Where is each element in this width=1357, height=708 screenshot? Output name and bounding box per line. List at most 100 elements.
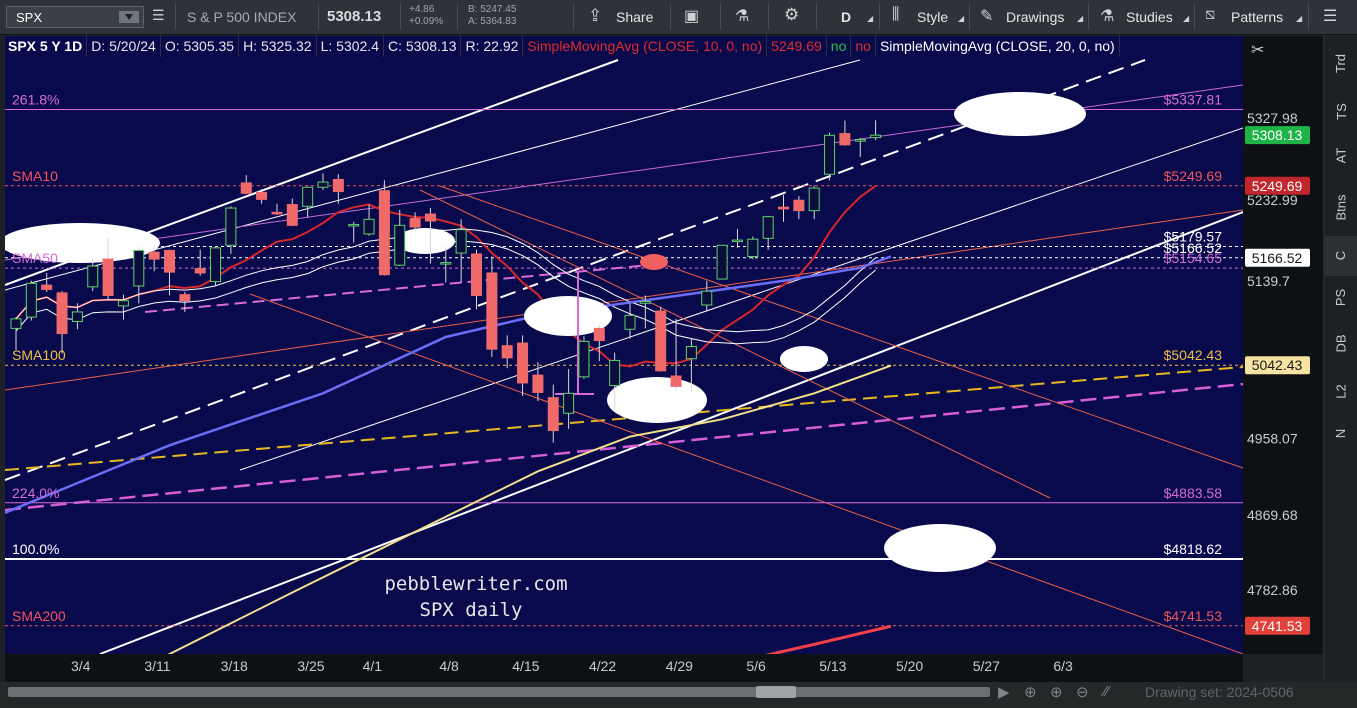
highlight-ellipse[interactable] xyxy=(884,524,996,572)
study-sma10-label[interactable]: SimpleMovingAvg (CLOSE, 10, 0, no) xyxy=(523,35,768,57)
x-tick-label: 5/20 xyxy=(896,658,923,674)
studies-button[interactable]: Studies xyxy=(1126,9,1173,25)
net-change-pct: +0.09% xyxy=(409,16,444,27)
style-button[interactable]: Style xyxy=(917,9,948,25)
right-side-tabs: Trd TS AT Btns C PS DB L2 N xyxy=(1325,36,1357,460)
candle[interactable] xyxy=(25,280,37,321)
level-left-label: SMA10 xyxy=(12,168,58,184)
red-marker[interactable] xyxy=(640,254,668,270)
x-tick-label: 4/22 xyxy=(589,658,616,674)
candle-body-up xyxy=(731,239,743,243)
share-button[interactable]: Share xyxy=(616,9,653,25)
x-tick-label: 5/13 xyxy=(819,658,846,674)
candle-body-down xyxy=(593,327,605,342)
time-scrollbar[interactable] xyxy=(8,687,990,697)
share-icon[interactable]: ⇪ xyxy=(588,6,602,26)
price-chart[interactable]: 261.8% $5337.81SMA10 $5249.69$5179.57$5166… xyxy=(0,34,1357,682)
tab-at[interactable]: AT xyxy=(1325,136,1357,176)
flask-icon[interactable]: ⚗ xyxy=(735,6,749,26)
tab-label: PS xyxy=(1333,288,1349,307)
highlight-ellipse[interactable] xyxy=(954,92,1086,136)
candle-body-up xyxy=(824,134,836,175)
gear-icon[interactable]: ⚙ xyxy=(784,5,799,25)
chevron-down-icon[interactable] xyxy=(119,11,139,23)
tab-label: Btns xyxy=(1333,194,1349,221)
scrollbar-thumb[interactable] xyxy=(756,686,796,698)
candle-body-down xyxy=(256,191,268,200)
price-badge-text: 5308.13 xyxy=(1252,127,1303,143)
candle-body-up xyxy=(624,314,636,330)
flask-icon[interactable]: ⚗ xyxy=(1100,6,1114,26)
level-right-label: $5337.81 xyxy=(1164,91,1223,107)
tab-label: C xyxy=(1333,250,1349,261)
candles-icon[interactable]: ⫼ xyxy=(892,6,899,24)
candle-body-up xyxy=(854,139,866,142)
tab-ts[interactable]: TS xyxy=(1325,92,1357,132)
candle[interactable] xyxy=(824,132,836,181)
candle-body-down xyxy=(378,190,390,276)
highlight-ellipse[interactable] xyxy=(780,346,828,372)
candle[interactable] xyxy=(210,246,222,286)
menu-icon[interactable]: ☰ xyxy=(1323,6,1337,26)
tab-ps[interactable]: PS xyxy=(1325,278,1357,318)
candle-body-down xyxy=(409,217,421,228)
tab-trd[interactable]: Trd xyxy=(1325,44,1357,84)
zoom-out-icon[interactable]: ⊖ xyxy=(1076,683,1089,701)
tab-c[interactable]: C xyxy=(1325,236,1357,276)
page-icon[interactable]: ▣ xyxy=(684,6,699,26)
study-sma10-value: 5249.69 xyxy=(767,35,827,57)
symbol-selector[interactable]: SPX xyxy=(6,6,144,28)
drawings-button[interactable]: Drawings xyxy=(1006,9,1064,25)
bar-close: C: 5308.13 xyxy=(384,35,462,57)
tab-label: DB xyxy=(1333,334,1349,353)
candle-body-up xyxy=(317,181,329,188)
candle-body-down xyxy=(56,292,68,335)
drawing-icon[interactable]: ⁄⁄ xyxy=(1104,683,1109,700)
y-tick-label: 4869.68 xyxy=(1247,507,1298,523)
price-badge-text: 5249.69 xyxy=(1252,178,1303,194)
period-button[interactable]: D xyxy=(841,9,851,25)
price-badge-text: 4741.53 xyxy=(1252,618,1303,634)
study-flag: no xyxy=(851,35,876,57)
candle-body-down xyxy=(793,199,805,212)
candle[interactable] xyxy=(655,306,667,372)
scroll-right-icon[interactable]: ▶ xyxy=(998,683,1010,701)
highlight-ellipse[interactable] xyxy=(607,377,707,423)
tab-l2[interactable]: L2 xyxy=(1325,372,1357,412)
candle[interactable] xyxy=(747,236,759,260)
patterns-button[interactable]: Patterns xyxy=(1231,9,1283,25)
settings-icon[interactable]: ☰ xyxy=(152,7,165,24)
study-sma20-label[interactable]: SimpleMovingAvg (CLOSE, 20, 0, no) xyxy=(876,35,1120,57)
bar-open: O: 5305.35 xyxy=(161,35,240,57)
candle-body-up xyxy=(363,218,375,235)
level-left-label: 224.0% xyxy=(12,485,59,501)
x-tick-label: 4/29 xyxy=(666,658,693,674)
candle-body-down xyxy=(179,294,191,302)
tab-btns[interactable]: Btns xyxy=(1325,188,1357,228)
corner-arrow-icon: ◢ xyxy=(867,14,874,23)
candle[interactable] xyxy=(378,180,390,276)
candle[interactable] xyxy=(578,336,590,379)
x-tick-label: 4/15 xyxy=(512,658,539,674)
corner-arrow-icon: ◢ xyxy=(1077,14,1084,23)
crosshair-icon[interactable]: ⊕ xyxy=(1024,683,1037,701)
level-right-label: $5154.65 xyxy=(1164,250,1223,266)
x-tick-label: 4/1 xyxy=(363,658,383,674)
candle-body-up xyxy=(210,247,222,283)
tab-db[interactable]: DB xyxy=(1325,324,1357,364)
bar-range: R: 22.92 xyxy=(461,35,524,57)
candle[interactable] xyxy=(716,244,728,280)
crosshair-tool-icon[interactable]: ✂ xyxy=(1251,42,1264,59)
bar-low: L: 5302.4 xyxy=(317,35,384,57)
watermark-line1: pebblewriter.com xyxy=(384,573,567,595)
candle-body-down xyxy=(424,213,436,222)
pencil-icon[interactable]: ✎ xyxy=(980,6,993,26)
zoom-in-icon[interactable]: ⊕ xyxy=(1050,683,1063,701)
candle-body-down xyxy=(164,249,175,273)
bid-price: B: 5247.45 xyxy=(468,4,517,15)
corner-arrow-icon: ◢ xyxy=(1296,14,1303,23)
last-price: 5308.13 xyxy=(327,8,382,25)
tab-n[interactable]: N xyxy=(1325,414,1357,454)
candle-body-up xyxy=(87,265,99,288)
patterns-icon[interactable]: ⧅ xyxy=(1205,6,1215,24)
